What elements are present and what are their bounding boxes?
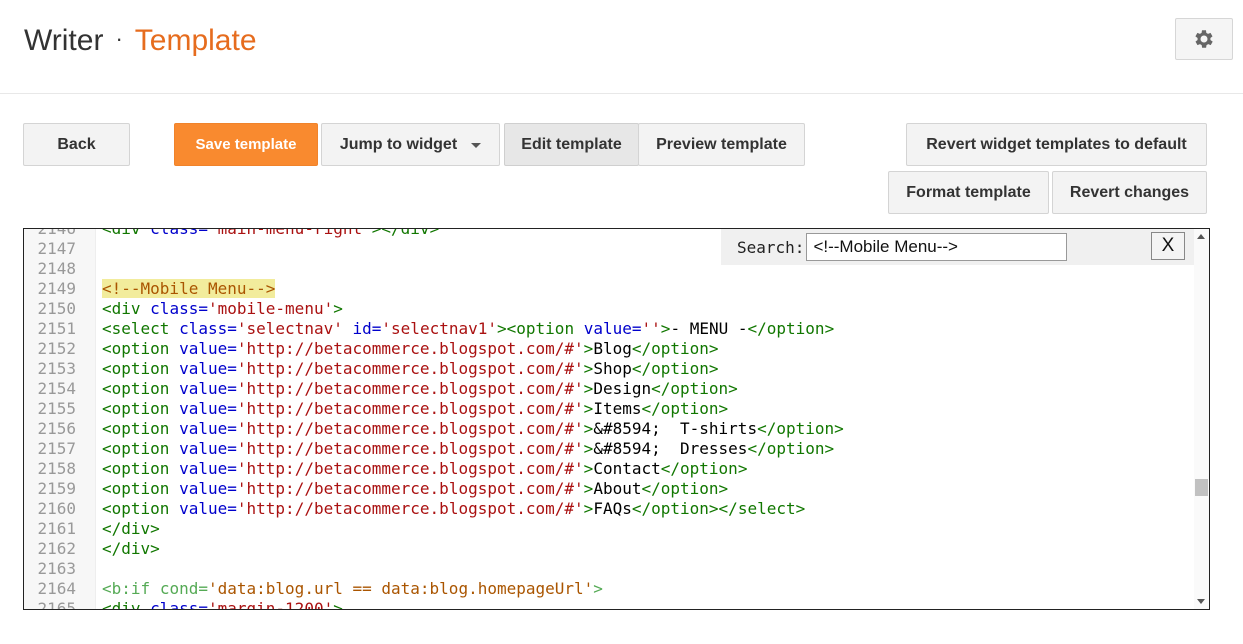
line-text: <select class='selectnav' id='selectnav1…: [102, 319, 835, 338]
save-template-button[interactable]: Save template: [174, 123, 318, 166]
line-number: 2159: [37, 479, 76, 498]
jump-to-widget-label: Jump to widget: [339, 135, 458, 153]
line-number: 2155: [37, 399, 76, 418]
line-text: <option value='http://betacommerce.blogs…: [102, 479, 729, 498]
line-number: 2147: [37, 239, 76, 258]
line-number: 2160: [37, 499, 76, 518]
preview-template-button[interactable]: Preview template: [638, 123, 805, 166]
line-number: 2163: [37, 559, 76, 578]
app-name: Writer: [24, 24, 104, 57]
code-line[interactable]: 2161 </div>: [24, 519, 1194, 539]
line-text: <option value='http://betacommerce.blogs…: [102, 419, 844, 438]
code-line[interactable]: 2152 <option value='http://betacommerce.b…: [24, 339, 1194, 359]
line-text: <option value='http://betacommerce.blogs…: [102, 459, 748, 478]
gear-icon: [1195, 30, 1213, 48]
code-lines[interactable]: 2146 <div class='main-menu-right'></div> 2…: [24, 228, 1194, 610]
code-line[interactable]: 2153 <option value='http://betacommerce.b…: [24, 359, 1194, 379]
code-line[interactable]: 2163: [24, 559, 1194, 579]
revert-widget-templates-button[interactable]: Revert widget templates to default: [906, 123, 1207, 166]
code-line[interactable]: 2157 <option value='http://betacommerce.b…: [24, 439, 1194, 459]
line-number: 2161: [37, 519, 76, 538]
code-line[interactable]: 2162 </div>: [24, 539, 1194, 559]
line-text: <div class='main-menu-right'></div>: [102, 228, 440, 238]
revert-changes-button[interactable]: Revert changes: [1052, 171, 1207, 214]
scrollbar-thumb[interactable]: [1195, 479, 1208, 496]
line-text: <b:if cond='data:blog.url == data:blog.h…: [102, 579, 603, 598]
page-title: Writer · Template: [24, 22, 257, 62]
settings-button[interactable]: [1175, 18, 1233, 60]
line-text: <option value='http://betacommerce.blogs…: [102, 379, 738, 398]
title-separator: ·: [115, 26, 123, 51]
line-number: 2158: [37, 459, 76, 478]
search-bar: Search: X: [721, 229, 1194, 265]
page-header: Writer · Template: [0, 0, 1243, 94]
line-number: 2164: [37, 579, 76, 598]
code-line[interactable]: 2160 <option value='http://betacommerce.b…: [24, 499, 1194, 519]
line-number: 2150: [37, 299, 76, 318]
code-line[interactable]: 2150 <div class='mobile-menu'>: [24, 299, 1194, 319]
line-number: 2148: [37, 259, 76, 278]
line-number: 2165: [37, 599, 76, 610]
code-line[interactable]: 2151 <select class='selectnav' id='select…: [24, 319, 1194, 339]
code-line[interactable]: 2149 <!--Mobile Menu-->: [24, 279, 1194, 299]
line-text: </div>: [102, 519, 160, 538]
page-name: Template: [134, 24, 257, 57]
chevron-down-icon: [471, 143, 482, 148]
code-line[interactable]: 2154 <option value='http://betacommerce.b…: [24, 379, 1194, 399]
line-number: 2156: [37, 419, 76, 438]
line-text: <option value='http://betacommerce.blogs…: [102, 399, 729, 418]
code-line[interactable]: 2159 <option value='http://betacommerce.b…: [24, 479, 1194, 499]
code-editor[interactable]: 2146 <div class='main-menu-right'></div> 2…: [23, 228, 1210, 610]
line-text: <div class='margin-1200'>: [102, 599, 343, 610]
code-line[interactable]: 2156 <option value='http://betacommerce.b…: [24, 419, 1194, 439]
line-text: </div>: [102, 539, 160, 558]
line-number: 2157: [37, 439, 76, 458]
line-number: 2152: [37, 339, 76, 358]
close-search-button[interactable]: X: [1151, 232, 1185, 260]
search-label: Search:: [737, 237, 805, 257]
code-line[interactable]: 2165 <div class='margin-1200'>: [24, 599, 1194, 610]
scroll-down-icon[interactable]: [1197, 599, 1205, 604]
line-number: 2146: [37, 228, 76, 238]
line-text: <!--Mobile Menu-->: [102, 279, 276, 298]
code-line[interactable]: 2164 <b:if cond='data:blog.url == data:bl…: [24, 579, 1194, 599]
line-text: <option value='http://betacommerce.blogs…: [102, 339, 719, 358]
line-number: 2149: [37, 279, 76, 298]
code-line[interactable]: 2155 <option value='http://betacommerce.b…: [24, 399, 1194, 419]
line-number: 2154: [37, 379, 76, 398]
back-button[interactable]: Back: [23, 123, 130, 166]
line-text: <option value='http://betacommerce.blogs…: [102, 359, 719, 378]
line-text: <option value='http://betacommerce.blogs…: [102, 499, 806, 518]
line-number: 2153: [37, 359, 76, 378]
jump-to-widget-dropdown[interactable]: Jump to widget: [321, 123, 500, 166]
scroll-up-icon[interactable]: [1197, 234, 1205, 239]
code-line[interactable]: 2158 <option value='http://betacommerce.b…: [24, 459, 1194, 479]
line-number: 2162: [37, 539, 76, 558]
line-text: <option value='http://betacommerce.blogs…: [102, 439, 835, 458]
line-number: 2151: [37, 319, 76, 338]
vertical-scrollbar[interactable]: [1194, 229, 1209, 609]
search-input[interactable]: [806, 233, 1068, 261]
edit-template-button[interactable]: Edit template: [504, 123, 639, 166]
format-template-button[interactable]: Format template: [888, 171, 1049, 214]
line-text: <div class='mobile-menu'>: [102, 299, 343, 318]
